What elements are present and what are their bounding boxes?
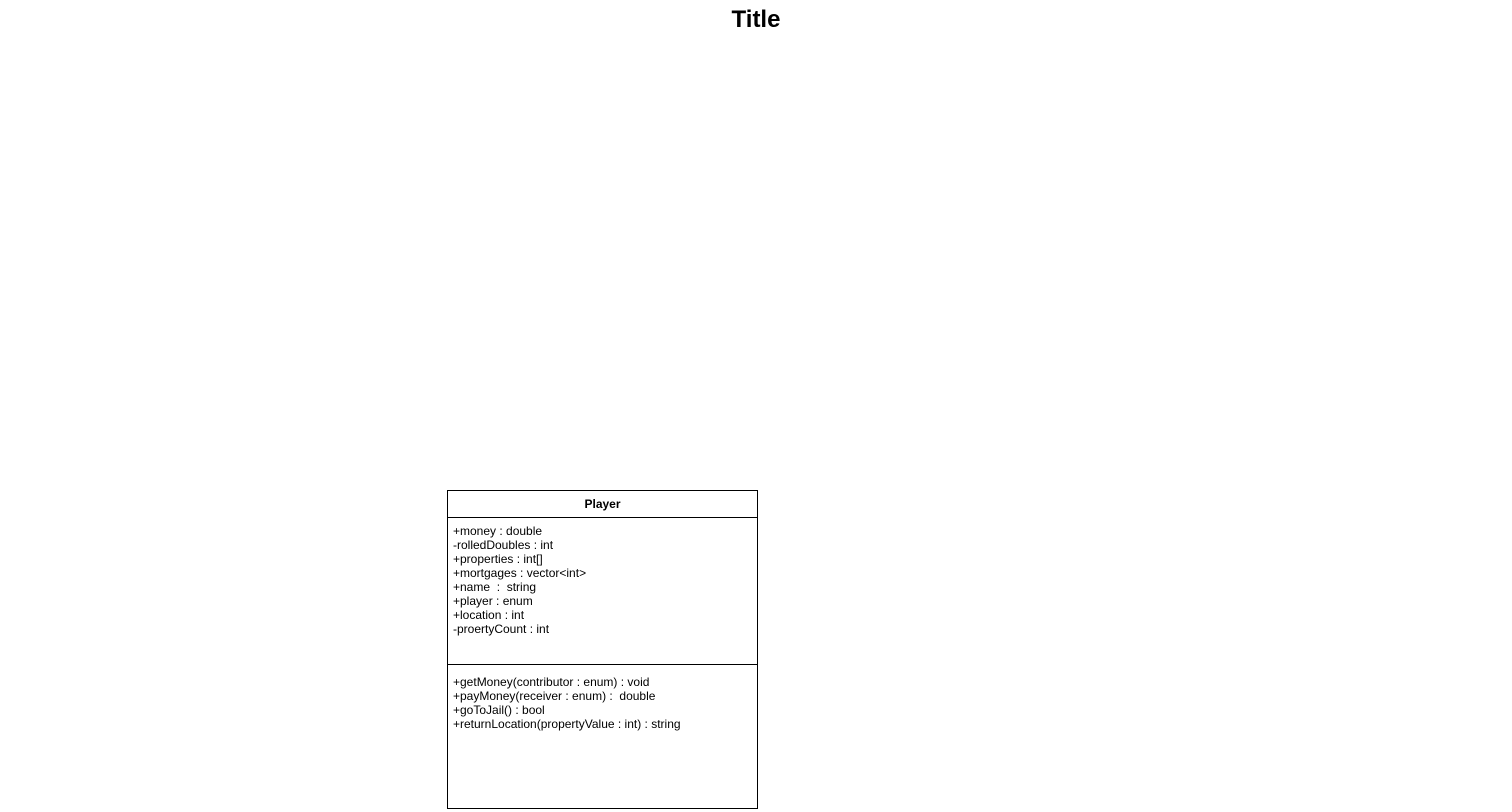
diagram-canvas: Title Player +money : double -rolledDoub… — [0, 0, 1512, 812]
method-item: +goToJail() : bool — [453, 703, 545, 717]
class-name: Player — [584, 497, 621, 511]
attribute-item: -proertyCount : int — [453, 622, 550, 636]
method-item: +getMoney(contributor : enum) : void — [453, 675, 650, 689]
method-item: +returnLocation(propertyValue : int) : s… — [453, 717, 681, 731]
attribute-item: +properties : int[] — [453, 552, 543, 566]
uml-class-player[interactable]: Player +money : double -rolledDoubles : … — [447, 490, 758, 809]
attribute-item: +name : string — [453, 580, 537, 594]
methods-compartment: +getMoney(contributor : enum) : void +pa… — [448, 665, 757, 731]
attribute-item: +money : double — [453, 524, 543, 538]
class-name-header: Player — [448, 491, 757, 518]
attributes-compartment: +money : double -rolledDoubles : int +pr… — [448, 518, 757, 665]
attribute-item: +player : enum — [453, 594, 533, 608]
attribute-item: -rolledDoubles : int — [453, 538, 554, 552]
attribute-item: +location : int — [453, 608, 525, 622]
page-title: Title — [731, 6, 781, 33]
method-item: +payMoney(receiver : enum) : double — [453, 689, 656, 703]
attribute-item: +mortgages : vector<int> — [453, 566, 587, 580]
